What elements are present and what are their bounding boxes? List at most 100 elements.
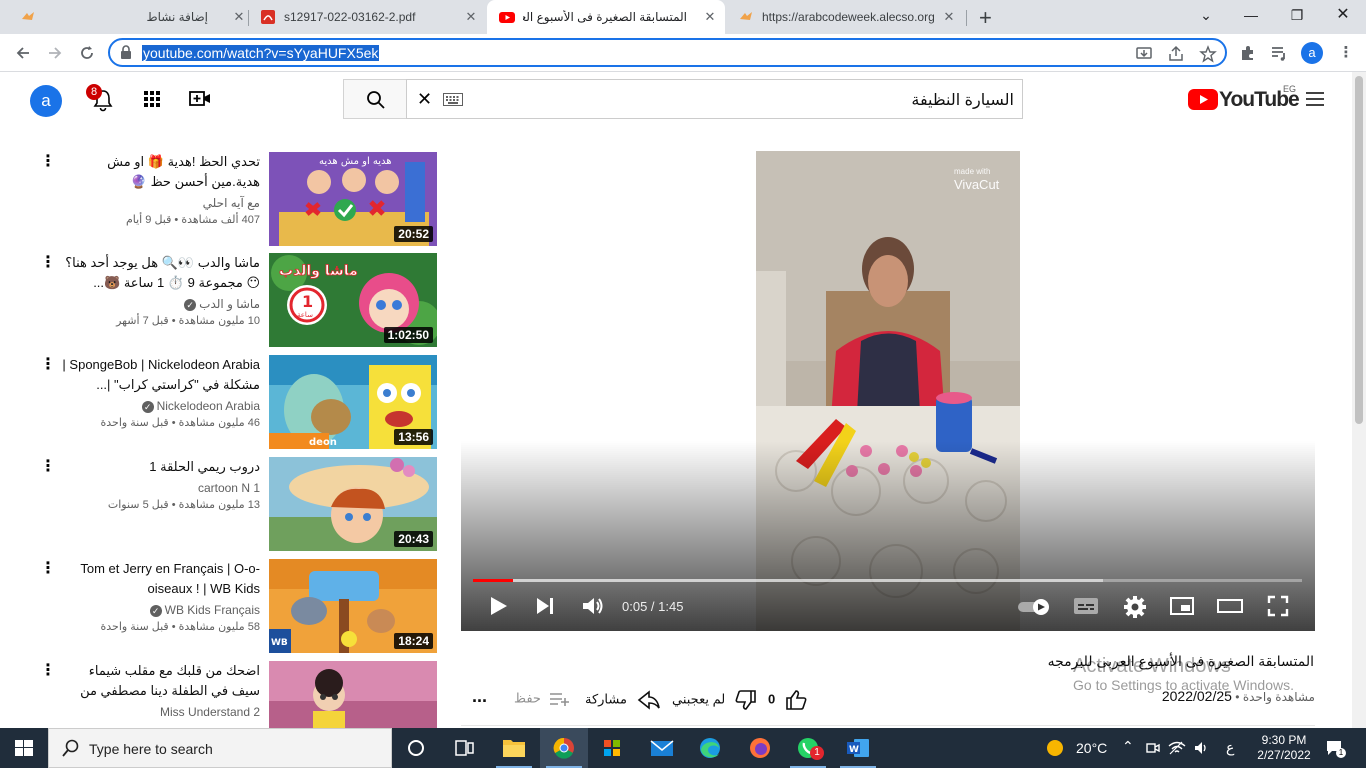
close-window-button[interactable]: ✕ <box>1320 0 1366 30</box>
related-video-item[interactable]: WB 18:24 Tom et Jerry en Français | O-o-… <box>30 559 440 654</box>
close-icon[interactable]: ✕ <box>940 8 958 26</box>
theater-mode-icon[interactable] <box>1216 595 1244 617</box>
youtube-apps-grid-icon[interactable] <box>143 90 161 108</box>
edge-icon[interactable] <box>686 728 734 768</box>
chrome-app[interactable] <box>540 728 588 768</box>
video-thumbnail[interactable] <box>269 661 437 728</box>
video-player[interactable]: made with VivaCut 0:05 / 1:45 <box>461 151 1315 631</box>
more-actions-icon[interactable]: ⋮ <box>40 561 56 577</box>
video-thumbnail[interactable]: 1 ساعة ماشا والدب 1:02:50 <box>269 253 437 347</box>
video-thumbnail[interactable]: هديه او مش هديه 20:52 <box>269 152 437 246</box>
channel-name[interactable]: مع آيه احلي <box>60 196 260 210</box>
media-queue-icon[interactable] <box>1269 43 1289 63</box>
chrome-menu-icon[interactable]: ⋮ <box>1336 43 1356 63</box>
taskbar-search-box[interactable]: Type here to search <box>48 728 392 768</box>
channel-row[interactable]: ماشا و الدب✓ <box>60 297 260 311</box>
video-thumbnail[interactable]: WB 18:24 <box>269 559 437 653</box>
video-title[interactable]: دروب ريمي الحلقة 1 <box>60 457 260 477</box>
url-text[interactable]: youtube.com/watch?v=sYyaHUFX5ek <box>142 45 380 61</box>
minimize-button[interactable]: — <box>1228 0 1274 30</box>
share-button[interactable]: مشاركة <box>585 690 661 710</box>
video-title[interactable]: Tom et Jerry en Français | O-o-oiseaux !… <box>60 559 260 599</box>
channel-name[interactable]: ماشا و الدب <box>199 297 260 311</box>
next-button-icon[interactable] <box>534 595 556 617</box>
meet-now-icon[interactable] <box>1145 740 1161 756</box>
reload-button[interactable] <box>74 40 100 66</box>
play-button-icon[interactable] <box>487 595 509 617</box>
video-title[interactable]: اضحك من قلبك مع مقلب شيماء سيف في الطفلة… <box>60 661 260 701</box>
more-actions-icon[interactable]: ⋮ <box>40 154 56 170</box>
firefox-icon[interactable] <box>736 728 784 768</box>
task-view-icon[interactable] <box>440 728 488 768</box>
bookmark-star-icon[interactable] <box>1199 45 1217 63</box>
weather-temperature[interactable]: 20°C <box>1076 740 1107 756</box>
new-tab-button[interactable]: + <box>975 0 999 34</box>
search-input[interactable]: ✕ السيارة النظيفة <box>406 79 1023 119</box>
tab-add-activity[interactable]: إضافة نشاط ✕ <box>8 0 246 34</box>
lock-icon[interactable] <box>120 45 132 59</box>
weather-sun-icon[interactable] <box>1045 738 1065 758</box>
autoplay-toggle-icon[interactable] <box>1017 598 1053 616</box>
settings-gear-icon[interactable] <box>1123 595 1147 619</box>
video-title[interactable]: SpongeBob | Nickelodeon Arabia | مشكلة ف… <box>60 355 260 395</box>
system-clock[interactable]: 9:30 PM 2/27/2022 <box>1254 733 1314 763</box>
close-icon[interactable]: ✕ <box>701 8 719 26</box>
related-video-item[interactable]: 1 ساعة ماشا والدب 1:02:50 ماشا والدب 👀🔍 … <box>30 253 440 348</box>
more-actions-icon[interactable]: ⋮ <box>40 663 56 679</box>
more-actions-icon[interactable]: ⋮ <box>40 459 56 475</box>
more-actions-icon[interactable]: ⋮ <box>40 255 56 271</box>
close-icon[interactable]: ✕ <box>230 8 248 26</box>
volume-icon[interactable] <box>1194 740 1210 756</box>
mail-icon[interactable] <box>638 728 686 768</box>
save-button[interactable]: حفظ <box>514 690 571 708</box>
channel-row[interactable]: WB Kids Français✓ <box>60 603 260 617</box>
channel-row[interactable]: Nickelodeon Arabia✓ <box>60 399 260 413</box>
keyboard-icon[interactable] <box>443 93 463 106</box>
more-actions-button[interactable]: ... <box>472 686 487 707</box>
restore-button[interactable]: ❐ <box>1274 0 1320 30</box>
video-thumbnail[interactable]: deon 13:56 <box>269 355 437 449</box>
show-hidden-icons-chevron-up-icon[interactable]: ⌃ <box>1122 738 1134 755</box>
video-title[interactable]: تحدي الحظ !هدية 🎁 او مش هدية.مين أحسن حظ… <box>60 152 260 192</box>
channel-name[interactable]: Miss Understand 2 <box>60 705 260 719</box>
clear-search-icon[interactable]: ✕ <box>417 90 432 108</box>
youtube-logo-icon[interactable] <box>1188 88 1218 112</box>
related-video-item[interactable]: deon 13:56 SpongeBob | Nickelodeon Arabi… <box>30 355 440 450</box>
youtube-account-avatar[interactable]: a <box>30 85 62 117</box>
subtitles-icon[interactable] <box>1073 595 1099 617</box>
address-bar[interactable]: youtube.com/watch?v=sYyaHUFX5ek <box>108 38 1227 67</box>
fullscreen-icon[interactable] <box>1267 595 1289 617</box>
channel-name[interactable]: Nickelodeon Arabia <box>157 399 260 413</box>
channel-name[interactable]: WB Kids Français <box>165 603 260 617</box>
tab-youtube-active[interactable]: المتسابقة الصغيرة فى الأسبوع العر ✕ <box>487 0 725 34</box>
search-button[interactable] <box>343 79 407 119</box>
guide-menu-icon[interactable] <box>1306 91 1324 107</box>
tab-arabcodeweek[interactable]: https://arabcodeweek.alecso.org ✕ <box>726 0 964 34</box>
forward-button[interactable] <box>42 40 68 66</box>
extensions-puzzle-icon[interactable] <box>1238 43 1258 63</box>
network-icon[interactable] <box>1168 740 1186 756</box>
related-video-item[interactable]: 20:43 دروب ريمي الحلقة 1 cartoon N 1 13 … <box>30 457 440 552</box>
windows-start-icon[interactable] <box>0 728 48 768</box>
related-video-item[interactable]: اضحك من قلبك مع مقلب شيماء سيف في الطفلة… <box>30 661 440 728</box>
create-video-icon[interactable] <box>189 89 211 109</box>
back-button[interactable] <box>10 40 36 66</box>
volume-icon[interactable] <box>581 595 605 617</box>
file-explorer-app[interactable] <box>490 728 538 768</box>
tab-search-chevron-down-icon[interactable]: ⌄ <box>1183 0 1229 30</box>
dislike-button[interactable]: لم يعجبني <box>672 690 757 710</box>
share-icon[interactable] <box>1167 45 1185 63</box>
input-language[interactable]: ع <box>1226 739 1234 756</box>
related-video-item[interactable]: هديه او مش هديه 20:52 تحدي الحظ !هدية 🎁 … <box>30 152 440 247</box>
install-app-icon[interactable] <box>1135 45 1153 63</box>
close-icon[interactable]: ✕ <box>462 8 480 26</box>
word-app[interactable]: W <box>834 728 882 768</box>
cortana-icon[interactable] <box>392 728 440 768</box>
like-button[interactable]: 0 <box>768 690 807 710</box>
channel-name[interactable]: cartoon N 1 <box>60 481 260 495</box>
whatsapp-app[interactable]: 1 <box>784 728 832 768</box>
scrollbar-thumb[interactable] <box>1355 76 1363 424</box>
more-actions-icon[interactable]: ⋮ <box>40 357 56 373</box>
tab-pdf[interactable]: s12917-022-03162-2.pdf ✕ <box>250 0 486 34</box>
microsoft-store-icon[interactable] <box>588 728 636 768</box>
